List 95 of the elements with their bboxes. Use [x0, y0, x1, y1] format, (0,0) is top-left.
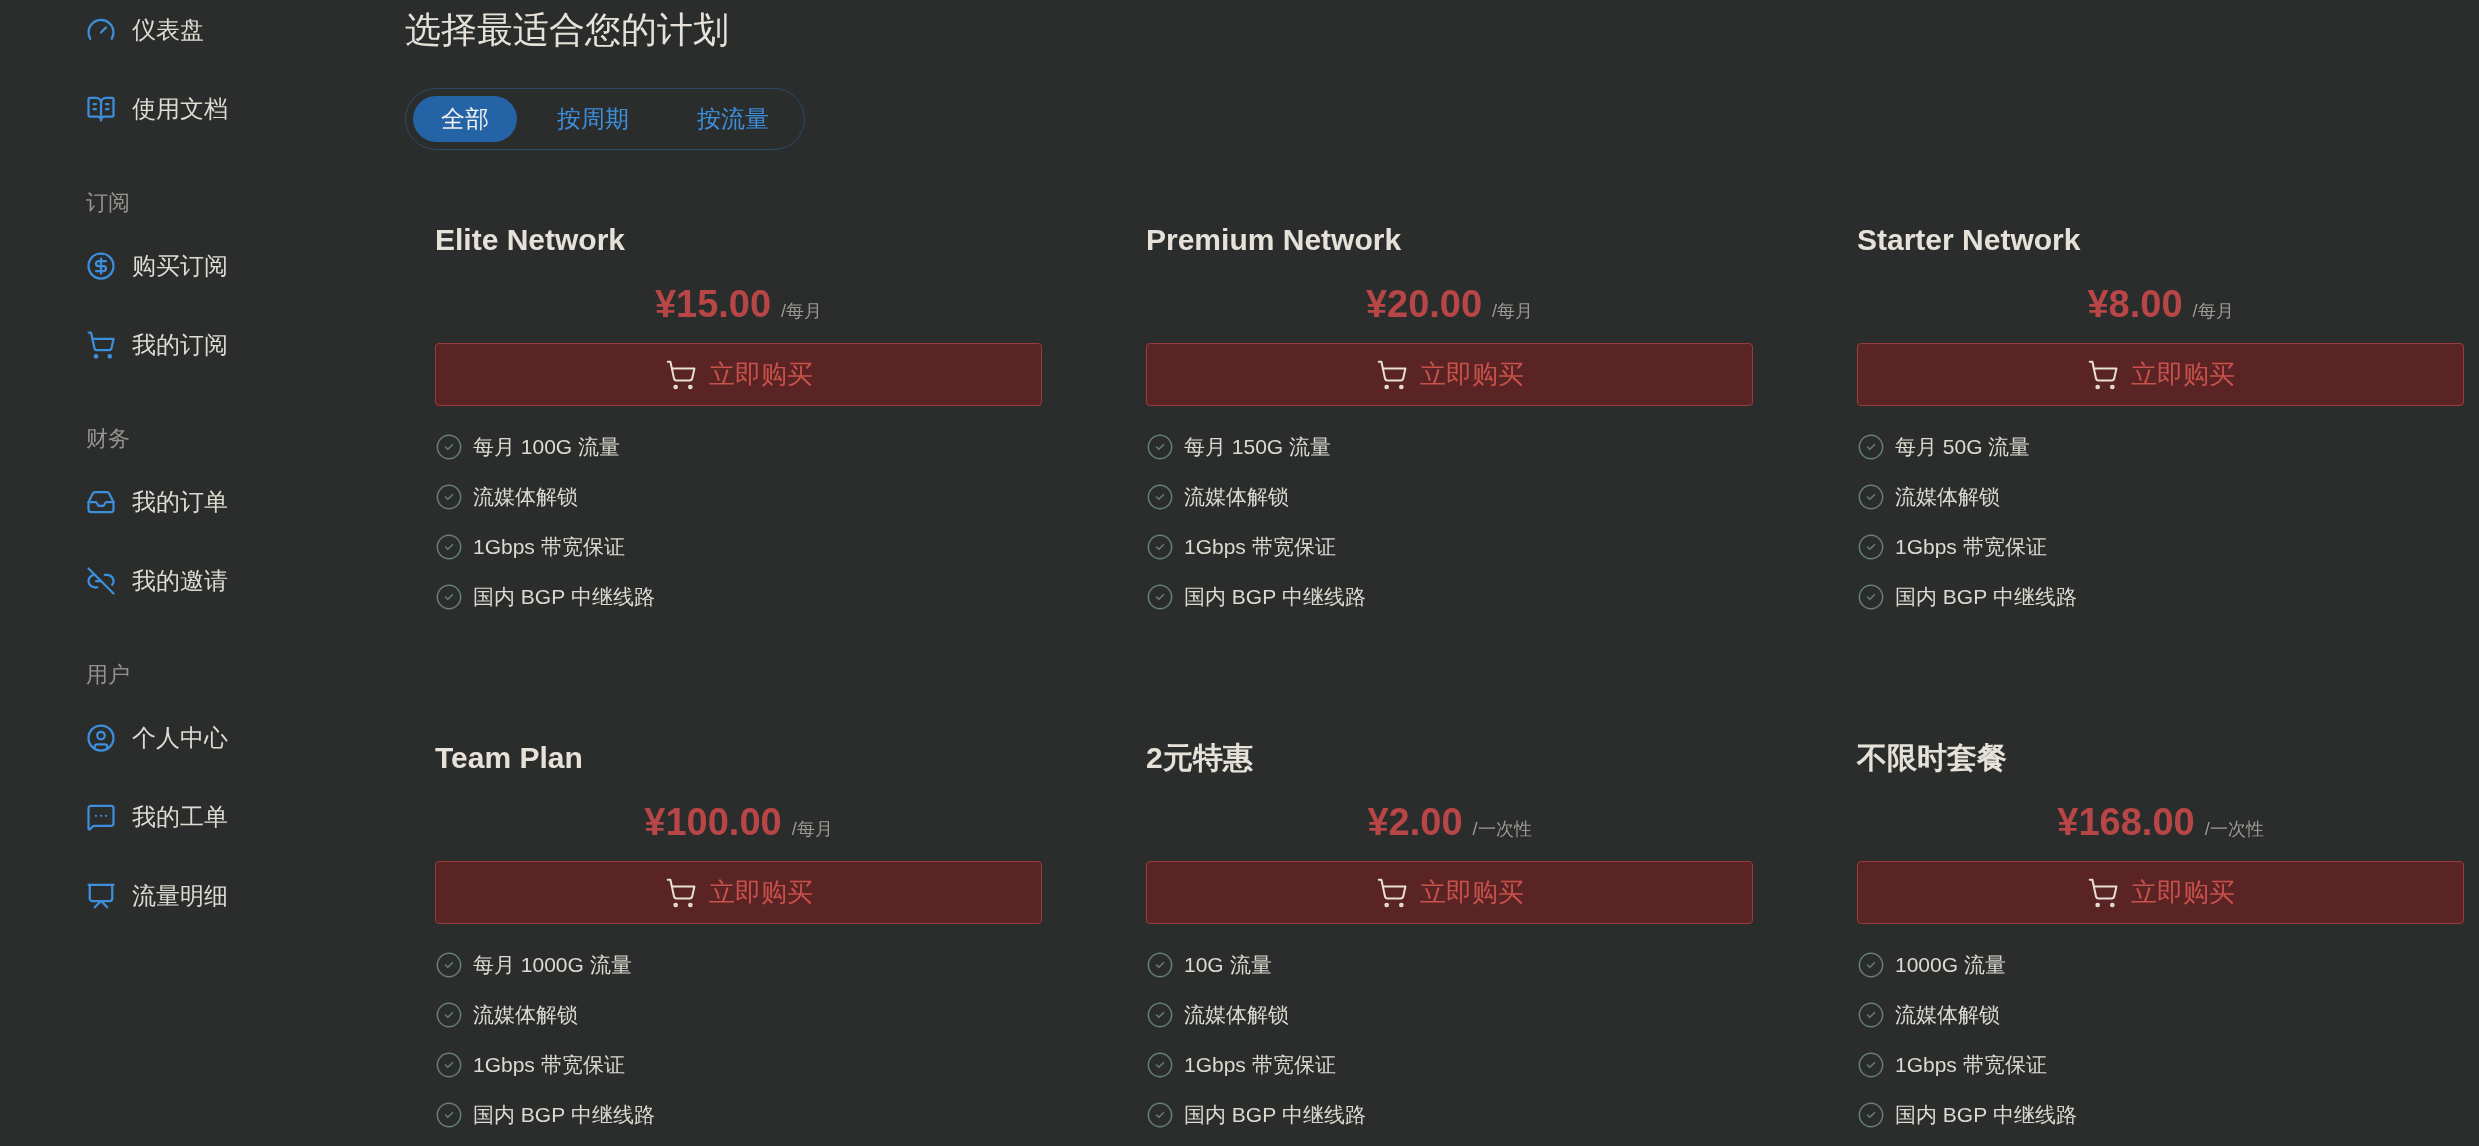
plan-title: Starter Network [1857, 222, 2081, 258]
feature-text: 每月 100G 流量 [473, 434, 621, 461]
cart-icon [2086, 876, 2119, 909]
price-text: ¥15.00 [654, 282, 772, 327]
feature-text: 1000G 流量 [1895, 952, 2006, 979]
sidebar-item[interactable]: 我的邀请 [86, 551, 228, 611]
billing-period-text: /每月 [1492, 300, 1534, 323]
sidebar-item[interactable]: 个人中心 [86, 708, 228, 768]
cart-icon [664, 358, 697, 391]
feature-text: 1Gbps 带宽保证 [1895, 534, 2047, 561]
billing-period-text: /一次性 [1472, 818, 1532, 841]
sidebar-item[interactable]: 我的订单 [86, 472, 228, 532]
feature-text: 国内 BGP 中继线路 [473, 1102, 655, 1129]
check-circle-icon [1146, 1051, 1174, 1079]
feature-text: 1Gbps 带宽保证 [1184, 1052, 1336, 1079]
feature-text: 流媒体解锁 [1184, 1002, 1289, 1029]
feature-text: 流媒体解锁 [1184, 484, 1289, 511]
sidebar-item[interactable]: 我的订阅 [86, 315, 228, 375]
filter-tab[interactable]: 按流量 [669, 96, 797, 142]
feature-text: 1Gbps 带宽保证 [1184, 534, 1336, 561]
sidebar-item[interactable]: 仪表盘 [86, 0, 204, 60]
check-circle-icon [1146, 1101, 1174, 1129]
cart-icon [86, 330, 116, 360]
check-circle-icon [435, 1051, 463, 1079]
check-circle-icon [1146, 1001, 1174, 1029]
page-title: 选择最适合您的计划 [405, 8, 729, 52]
check-circle-icon [1857, 1051, 1885, 1079]
section-heading: 用户 [86, 660, 130, 689]
feature-text: 国内 BGP 中继线路 [1895, 1102, 2077, 1129]
price-text: ¥168.00 [2057, 800, 2195, 845]
plan-title: Team Plan [435, 740, 583, 776]
feature-text: 10G 流量 [1184, 952, 1272, 979]
billing-period-text: /每月 [781, 300, 823, 323]
feature-text: 1Gbps 带宽保证 [1895, 1052, 2047, 1079]
feature-text: 流媒体解锁 [1895, 1002, 2000, 1029]
feature-text: 1Gbps 带宽保证 [473, 534, 625, 561]
check-circle-icon [435, 1101, 463, 1129]
cart-icon [664, 876, 697, 909]
section-heading: 财务 [86, 424, 130, 453]
check-circle-icon [435, 583, 463, 611]
dollar-circle-icon [86, 251, 116, 281]
chat-bubble-icon [86, 802, 116, 832]
sidebar-item[interactable]: 购买订阅 [86, 236, 228, 296]
user-circle-icon [86, 723, 116, 753]
cart-icon [1375, 358, 1408, 391]
feature-text: 国内 BGP 中继线路 [473, 584, 655, 611]
book-icon [86, 94, 116, 124]
feature-text: 流媒体解锁 [473, 484, 578, 511]
billing-period-text: /每月 [2192, 300, 2234, 323]
check-circle-icon [435, 483, 463, 511]
feature-text: 每月 1000G 流量 [473, 952, 632, 979]
feature-text: 每月 50G 流量 [1895, 434, 2031, 461]
feature-text: 国内 BGP 中继线路 [1184, 1102, 1366, 1129]
check-circle-icon [1857, 1001, 1885, 1029]
billing-period-text: /每月 [791, 818, 833, 841]
plan-title: 2元特惠 [1146, 740, 1253, 776]
feature-text: 国内 BGP 中继线路 [1895, 584, 2077, 611]
feature-text: 流媒体解锁 [1895, 484, 2000, 511]
cart-icon [1375, 876, 1408, 909]
sidebar-item[interactable]: 流量明细 [86, 866, 228, 926]
presentation-board-icon [86, 881, 116, 911]
check-circle-icon [435, 1001, 463, 1029]
price-text: ¥20.00 [1365, 282, 1483, 327]
check-circle-icon [1857, 583, 1885, 611]
check-circle-icon [435, 433, 463, 461]
plan-title: Premium Network [1146, 222, 1402, 258]
price-text: ¥100.00 [644, 800, 782, 845]
sidebar-item[interactable]: 使用文档 [86, 79, 228, 139]
feature-text: 流媒体解锁 [473, 1002, 578, 1029]
check-circle-icon [1146, 533, 1174, 561]
feature-text: 每月 150G 流量 [1184, 434, 1332, 461]
cart-icon [2086, 358, 2119, 391]
filter-tab[interactable]: 按周期 [529, 96, 657, 142]
check-circle-icon [1146, 951, 1174, 979]
check-circle-icon [1146, 433, 1174, 461]
broken-link-icon [86, 566, 116, 596]
feature-text: 1Gbps 带宽保证 [473, 1052, 625, 1079]
filter-tab[interactable]: 全部 [413, 96, 517, 142]
billing-period-text: /一次性 [2204, 818, 2264, 841]
check-circle-icon [1857, 951, 1885, 979]
feature-text: 国内 BGP 中继线路 [1184, 584, 1366, 611]
check-circle-icon [1857, 433, 1885, 461]
sidebar-item[interactable]: 我的工单 [86, 787, 228, 847]
check-circle-icon [1857, 483, 1885, 511]
check-circle-icon [1857, 533, 1885, 561]
check-circle-icon [435, 951, 463, 979]
section-heading: 订阅 [86, 188, 130, 217]
price-text: ¥8.00 [2087, 282, 2183, 327]
plan-title: 不限时套餐 [1857, 740, 2007, 776]
check-circle-icon [1146, 483, 1174, 511]
check-circle-icon [1857, 1101, 1885, 1129]
check-circle-icon [435, 533, 463, 561]
check-circle-icon [1146, 583, 1174, 611]
plan-title: Elite Network [435, 222, 626, 258]
price-text: ¥2.00 [1367, 800, 1463, 845]
